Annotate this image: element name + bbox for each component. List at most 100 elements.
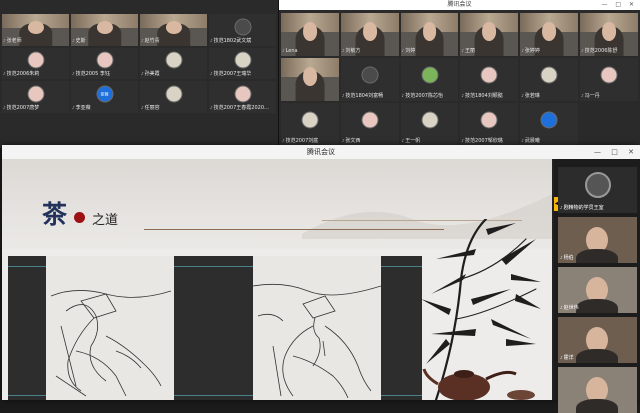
participant-tile[interactable]: 技范2007王瑞华 [209, 47, 276, 79]
participant-tile[interactable]: 刘敏方 [340, 13, 399, 56]
participant-name: 张文西 [342, 137, 398, 145]
line-drawing-figure-right [252, 256, 382, 400]
window-titlebar: 腾讯会议 — □ ✕ [279, 0, 640, 10]
participant-name: 技范2006朱莉 [3, 70, 68, 78]
participant-name: 张若琳 [521, 92, 577, 100]
participant-name: 霍洋 [560, 354, 574, 362]
participant-name: 王一帆 [402, 137, 458, 145]
background-meeting-window-left: 张老师史斯赵竹青技范1802武文斌技范2006朱莉技范2005 李钰孙美霞技范2… [0, 0, 279, 148]
participant-tile[interactable]: Lena [281, 13, 339, 56]
participant-face [362, 22, 377, 41]
participant-tile[interactable]: 技范2007刘庭 [281, 103, 339, 146]
participant-tile[interactable]: 技范1802武文斌 [209, 14, 276, 46]
avatar [27, 51, 44, 69]
participant-tile[interactable]: 技范2007陈芯怡 [400, 58, 459, 101]
avatar [165, 51, 182, 69]
participant-name: 张老师 [3, 37, 68, 45]
participant-name: 技范2007唐梦 [3, 104, 68, 112]
sketch-board [8, 256, 422, 400]
avatar [27, 85, 44, 103]
avatar [584, 172, 611, 199]
participant-name: 技范1804刘富畅 [342, 92, 398, 100]
participant-tile[interactable] [281, 58, 339, 101]
shared-screen-slide: 茶 之道 [2, 159, 552, 400]
participant-tile[interactable]: 张老师 [2, 14, 69, 46]
window-title: 腾讯会议 [307, 148, 335, 156]
avatar [361, 66, 379, 84]
participant-name: 技范1804刘颖懿 [461, 92, 517, 100]
participant-tile[interactable]: 张若琳 [520, 58, 579, 101]
participant-tile[interactable]: 武晨曦 [520, 103, 579, 146]
avatar [421, 66, 439, 84]
participant-name: 技范2007陈芯怡 [402, 92, 458, 100]
participant-tile[interactable]: 技范2007邹欣璐 [460, 103, 519, 146]
participant-video [576, 399, 618, 413]
participant-tile[interactable]: 张婷婷 [520, 13, 579, 56]
avatar [361, 111, 379, 129]
sidebar-participant-tile[interactable]: 霍洋 [558, 317, 637, 363]
participant-face [422, 22, 437, 41]
participant-grid-left: 张老师史斯赵竹青技范1802武文斌技范2006朱莉技范2005 李钰孙美霞技范2… [2, 14, 276, 146]
participant-name: 刘敏方 [342, 47, 398, 55]
avatar [234, 85, 251, 103]
participant-tile[interactable]: 刘婷 [400, 13, 459, 56]
bamboo-teapot-painting [421, 219, 541, 400]
avatar [600, 66, 618, 84]
participant-tile[interactable]: 王丽 [460, 13, 519, 56]
participant-name: 冯一丹 [581, 92, 637, 100]
participant-name: 孙美霞 [141, 70, 206, 78]
participant-tile[interactable]: 技范2005 李钰 [71, 47, 138, 79]
participant-name: 史斯 [72, 37, 137, 45]
avatar: 亚薇 [96, 85, 113, 103]
participant-tile[interactable]: 技范1804刘颖懿 [460, 58, 519, 101]
participant-name: 技范2007王瑞华 [210, 70, 275, 78]
sidebar-participant-tile[interactable] [558, 367, 637, 413]
participant-name: 技范2005 李钰 [72, 70, 137, 78]
participant-name: 赵竹青 [141, 37, 206, 45]
avatar [480, 111, 498, 129]
participant-tile[interactable]: 赵竹青 [140, 14, 207, 46]
avatar [421, 111, 439, 129]
participant-face [302, 67, 317, 86]
participant-name: 剧精物的学员王室 [560, 204, 604, 212]
window-titlebar: 腾讯会议 — □ ✕ [2, 145, 640, 159]
participant-face [482, 22, 497, 41]
avatar [301, 111, 319, 129]
participant-tile[interactable]: 技范2007唐梦 [2, 81, 69, 113]
participant-tile[interactable]: 孙美霞 [140, 47, 207, 79]
avatar [540, 111, 558, 129]
participant-tile[interactable]: 王一帆 [400, 103, 459, 146]
avatar [234, 51, 251, 69]
background-meeting-window-right: 腾讯会议 — □ ✕ Lena 刘敏方刘婷王丽张婷婷技范2006陈舒技范1804刘… [279, 0, 640, 148]
slide-title-sub: 之道 [92, 213, 119, 228]
sidebar-participant-tile[interactable]: 赵世伟 [558, 267, 637, 313]
participant-tile[interactable]: 技范1804刘富畅 [340, 58, 399, 101]
participant-name: 杨伯 [560, 254, 574, 262]
participant-tile[interactable]: 张文西 [340, 103, 399, 146]
participant-name: 刘婷 [402, 47, 458, 55]
participant-tile[interactable]: 冯一丹 [580, 58, 638, 101]
participant-tile[interactable]: 史斯 [71, 14, 138, 46]
participant-sidebar: ◀ 剧精物的学员王室杨伯赵世伟霍洋 [554, 159, 640, 413]
avatar [96, 51, 113, 69]
sidebar-participant-tile[interactable]: 杨伯 [558, 217, 637, 263]
title-underline [144, 229, 444, 230]
close-button[interactable]: ✕ [628, 148, 634, 156]
participant-tile[interactable]: 技范2006陈舒 [580, 13, 638, 56]
sidebar-participant-tile[interactable]: 剧精物的学员王室 [558, 167, 637, 213]
participant-tile[interactable]: 任丽容 [140, 81, 207, 113]
participant-name: Lena [282, 47, 338, 55]
red-seal-dot [74, 211, 86, 223]
maximize-button[interactable]: □ [611, 148, 618, 156]
participant-tile[interactable]: 亚薇李亚薇 [71, 81, 138, 113]
participant-name: 任丽容 [141, 104, 206, 112]
tencent-meeting-window: 腾讯会议 — □ ✕ 茶之道 ◀ ♪ 剧精物的学员王室 ♪ 杨伯 ♪ 赵世伟 ♪… [2, 145, 640, 413]
participant-tile[interactable]: 技范2006朱莉 [2, 47, 69, 79]
participant-tile[interactable]: 技范2007王春霞2020... [209, 81, 276, 113]
minimize-button[interactable]: — [594, 148, 601, 156]
participant-name: 技范2006陈舒 [581, 47, 637, 55]
participant-face [302, 22, 317, 41]
window-controls[interactable]: — □ ✕ [601, 0, 637, 10]
participant-name: 张婷婷 [521, 47, 577, 55]
participant-grid-right: Lena 刘敏方刘婷王丽张婷婷技范2006陈舒技范1804刘富畅技范2007陈芯怡… [281, 13, 638, 146]
